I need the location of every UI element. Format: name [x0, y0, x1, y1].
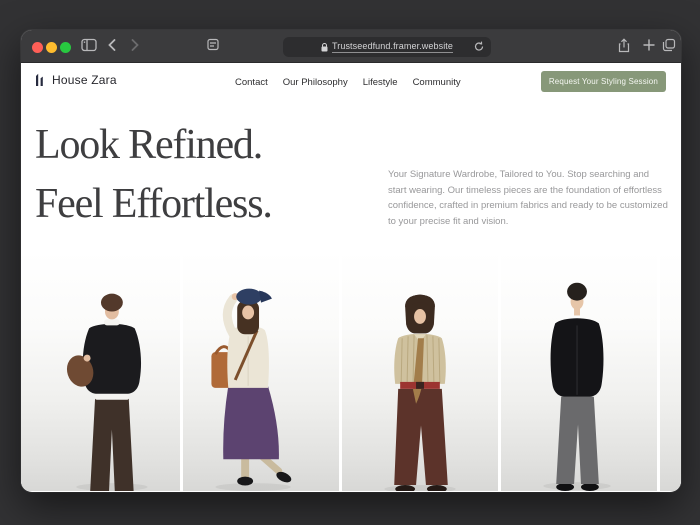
nav-item-contact[interactable]: Contact	[235, 77, 268, 88]
nav-item-our-philosophy[interactable]: Our Philosophy	[283, 77, 348, 88]
model-3-buckle	[416, 382, 424, 389]
brand-logo[interactable]: House Zara	[35, 73, 117, 87]
model-2-cap-brim	[259, 291, 272, 303]
model-1-trousers	[90, 399, 134, 491]
nav-item-community[interactable]: Community	[413, 77, 461, 88]
zoom-window-button[interactable]	[60, 42, 71, 53]
hero-heading-line1: Look Refined.	[35, 116, 272, 175]
request-styling-session-button[interactable]: Request Your Styling Session	[541, 71, 666, 92]
model-4-shoe-right	[581, 483, 599, 491]
model-4-shoe-left	[556, 483, 574, 491]
new-tab-icon[interactable]	[643, 39, 655, 51]
share-icon[interactable]	[618, 38, 630, 53]
model-photo-5-partial	[660, 251, 681, 491]
model-3-trousers	[394, 389, 448, 485]
model-4-illustration	[501, 251, 657, 491]
model-1-sweater	[83, 324, 141, 394]
url-text: Trustseedfund.framer.website	[332, 41, 453, 53]
forward-icon[interactable]	[131, 39, 139, 51]
close-window-button[interactable]	[32, 42, 43, 53]
model-photo-2	[183, 251, 339, 491]
model-2-cap	[236, 289, 262, 305]
model-2-face	[242, 306, 254, 320]
minimize-window-button[interactable]	[46, 42, 57, 53]
model-3-face	[414, 309, 426, 324]
model-2-shoe-left	[237, 477, 253, 486]
model-photo-3	[342, 251, 498, 491]
model-1-hair	[101, 294, 123, 312]
sidebar-icon[interactable]	[81, 38, 97, 52]
model-3-illustration	[342, 251, 498, 491]
hero-heading: Look Refined. Feel Effortless.	[35, 116, 272, 234]
browser-window: Trustseedfund.framer.website	[21, 30, 681, 492]
web-page: House Zara Contact Our Philosophy Lifest…	[21, 63, 681, 491]
model-2-illustration	[183, 251, 339, 491]
lookbook-strip	[21, 251, 681, 491]
hero-heading-line2: Feel Effortless.	[35, 175, 272, 234]
model-1-illustration	[21, 251, 179, 491]
lock-icon	[321, 43, 328, 52]
browser-toolbar: Trustseedfund.framer.website	[21, 30, 681, 63]
reload-icon[interactable]	[474, 41, 484, 52]
model-4-hair	[567, 283, 587, 301]
nav-item-lifestyle[interactable]: Lifestyle	[363, 77, 398, 88]
back-icon[interactable]	[108, 39, 116, 51]
model-photo-1	[21, 251, 180, 491]
main-nav: Contact Our Philosophy Lifestyle Communi…	[235, 77, 461, 88]
model-2-skirt	[223, 386, 279, 459]
site-header: House Zara Contact Our Philosophy Lifest…	[21, 63, 681, 103]
model-2-sock	[241, 457, 249, 479]
model-4-trousers	[556, 397, 599, 484]
house-zara-logo-icon	[35, 73, 46, 87]
brand-name: House Zara	[52, 73, 117, 87]
tab-overview-icon[interactable]	[662, 38, 676, 52]
page-settings-icon[interactable]	[206, 38, 220, 51]
address-bar[interactable]: Trustseedfund.framer.website	[283, 37, 491, 57]
model-photo-4	[501, 251, 657, 491]
hero-paragraph: Your Signature Wardrobe, Tailored to You…	[388, 167, 668, 229]
